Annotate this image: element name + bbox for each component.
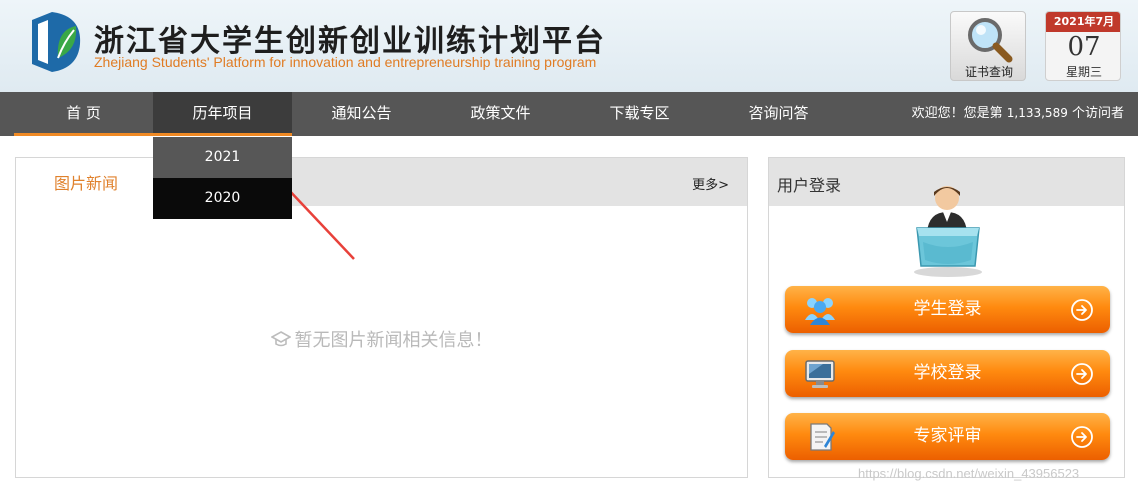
page: 浙江省大学生创新创业训练计划平台 Zhejiang Students' Plat… — [0, 0, 1138, 495]
watermark: https://blog.csdn.net/weixin_43956523 — [858, 466, 1080, 481]
dropdown-item-2021[interactable]: 2021 — [153, 137, 292, 178]
annotation-arrow-icon — [255, 158, 355, 260]
dropdown-item-2020[interactable]: 2020 — [153, 178, 292, 219]
past-projects-dropdown: 2021 2020 — [153, 137, 292, 219]
